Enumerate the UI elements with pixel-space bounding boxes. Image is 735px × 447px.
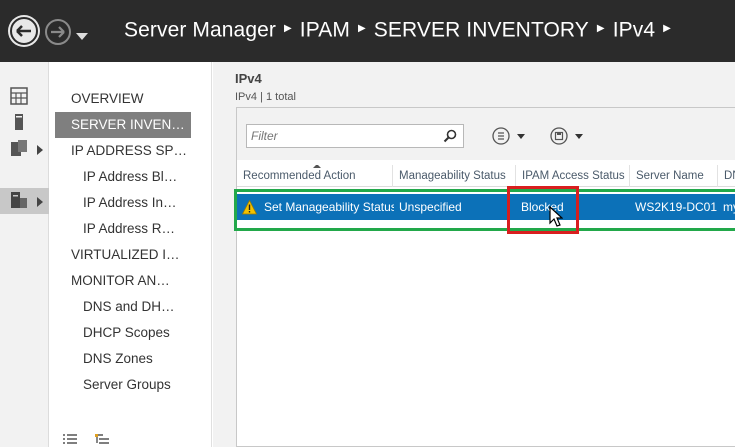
query-options-button[interactable] — [491, 125, 531, 147]
column-header-server-name[interactable]: Server Name — [630, 165, 718, 187]
cell-server-name: WS2K19-DC01 — [635, 200, 717, 214]
filter-toolbar — [237, 108, 735, 160]
breadcrumb-separator-icon: ▶ — [596, 22, 605, 34]
breadcrumb-server-inventory[interactable]: SERVER INVENTORY — [374, 18, 589, 41]
breadcrumb-ipv4[interactable]: IPv4 — [613, 18, 655, 41]
server-icon — [15, 114, 23, 130]
dashboard-grid-icon — [10, 87, 28, 105]
table-row[interactable]: Set Manageability Status Unspecified Blo… — [237, 194, 735, 220]
servers-icon — [11, 140, 27, 156]
search-icon[interactable] — [443, 129, 457, 143]
ipam-server-icon — [11, 192, 27, 208]
back-button[interactable] — [8, 15, 40, 47]
dashboard-nav-item[interactable] — [0, 84, 49, 110]
page-title: IPv4 — [235, 71, 262, 86]
breadcrumb-server-manager[interactable]: Server Manager — [124, 18, 276, 41]
column-header-manageability-status[interactable]: Manageability Status — [393, 165, 516, 187]
expand-arrow-icon[interactable] — [37, 145, 43, 155]
tree-item-dhcp-scopes[interactable]: DHCP Scopes — [83, 320, 170, 346]
column-header-ipam-access-status[interactable]: IPAM Access Status — [516, 165, 630, 187]
chevron-down-icon — [76, 33, 88, 40]
filter-box[interactable] — [246, 124, 464, 148]
tree-item-ip-address-blocks[interactable]: IP Address Bl… — [83, 164, 177, 190]
forward-arrow-icon — [51, 26, 65, 38]
tree-item-virtualized[interactable]: VIRTUALIZED I… — [71, 242, 180, 268]
breadcrumb-ipam[interactable]: IPAM — [300, 18, 350, 41]
tree-item-ip-address-range[interactable]: IP Address R… — [83, 216, 175, 242]
cell-ipam-access-status: Blocked — [521, 200, 564, 214]
column-header-label: Recommended Action — [243, 170, 356, 182]
save-icon — [550, 127, 583, 145]
tree-item-monitor-and-manage[interactable]: MONITOR AN… — [71, 268, 170, 294]
tree-view-icon[interactable] — [95, 434, 109, 446]
save-query-button[interactable] — [549, 125, 589, 147]
tree-item-server-inventory[interactable]: SERVER INVEN… — [55, 112, 191, 138]
sort-ascending-icon — [313, 165, 321, 168]
breadcrumb-separator-icon: ▶ — [357, 22, 366, 34]
local-server-nav-item[interactable] — [0, 110, 49, 136]
column-headers: Recommended Action Manageability Status … — [237, 165, 735, 187]
column-header-recommended-action[interactable]: Recommended Action — [237, 165, 393, 187]
tree-item-ip-address-inventory[interactable]: IP Address In… — [83, 190, 177, 216]
main-content: IPv4 IPv4 | 1 total Filter Recommended A… — [213, 62, 735, 447]
breadcrumb-separator-icon: ▶ — [283, 22, 292, 34]
list-view-icon[interactable] — [63, 434, 77, 446]
expand-arrow-icon[interactable] — [37, 197, 43, 207]
results-panel: Recommended Action Manageability Status … — [236, 107, 735, 447]
title-bar: Server Manager ▶ IPAM ▶ SERVER INVENTORY ▶ IPv… — [0, 0, 735, 62]
back-arrow-icon — [10, 17, 38, 45]
ipam-nav-item[interactable] — [0, 188, 49, 214]
page-subtitle: IPv4 | 1 total — [235, 91, 296, 103]
mouse-cursor-icon — [549, 206, 563, 227]
tree-item-dns-zones[interactable]: DNS Zones — [83, 346, 153, 372]
left-icon-bar — [0, 62, 49, 447]
cell-recommended-action: Set Manageability Status — [264, 200, 394, 214]
warning-icon — [242, 200, 257, 215]
all-servers-nav-item[interactable] — [0, 136, 49, 162]
cell-manageability-status: Unspecified — [399, 200, 462, 214]
tree-item-ip-address-space[interactable]: IP ADDRESS SP… — [71, 138, 187, 164]
navigation-tree: OVERVIEW SERVER INVEN… IP ADDRESS SP… IP… — [49, 62, 258, 447]
column-header-dns[interactable]: DN — [718, 165, 735, 187]
tree-item-dns-and-dhcp[interactable]: DNS and DH… — [83, 294, 175, 320]
history-dropdown-button[interactable] — [76, 26, 88, 45]
list-options-icon — [492, 127, 525, 145]
tree-item-server-groups[interactable]: Server Groups — [83, 372, 171, 398]
breadcrumb: Server Manager ▶ IPAM ▶ SERVER INVENTORY ▶ IPv… — [124, 18, 679, 42]
filter-input[interactable] — [247, 125, 437, 147]
breadcrumb-separator-icon[interactable]: ▶ — [663, 23, 671, 34]
tree-item-overview[interactable]: OVERVIEW — [71, 86, 144, 112]
forward-button[interactable] — [45, 19, 71, 45]
cell-dns: my — [723, 200, 735, 214]
